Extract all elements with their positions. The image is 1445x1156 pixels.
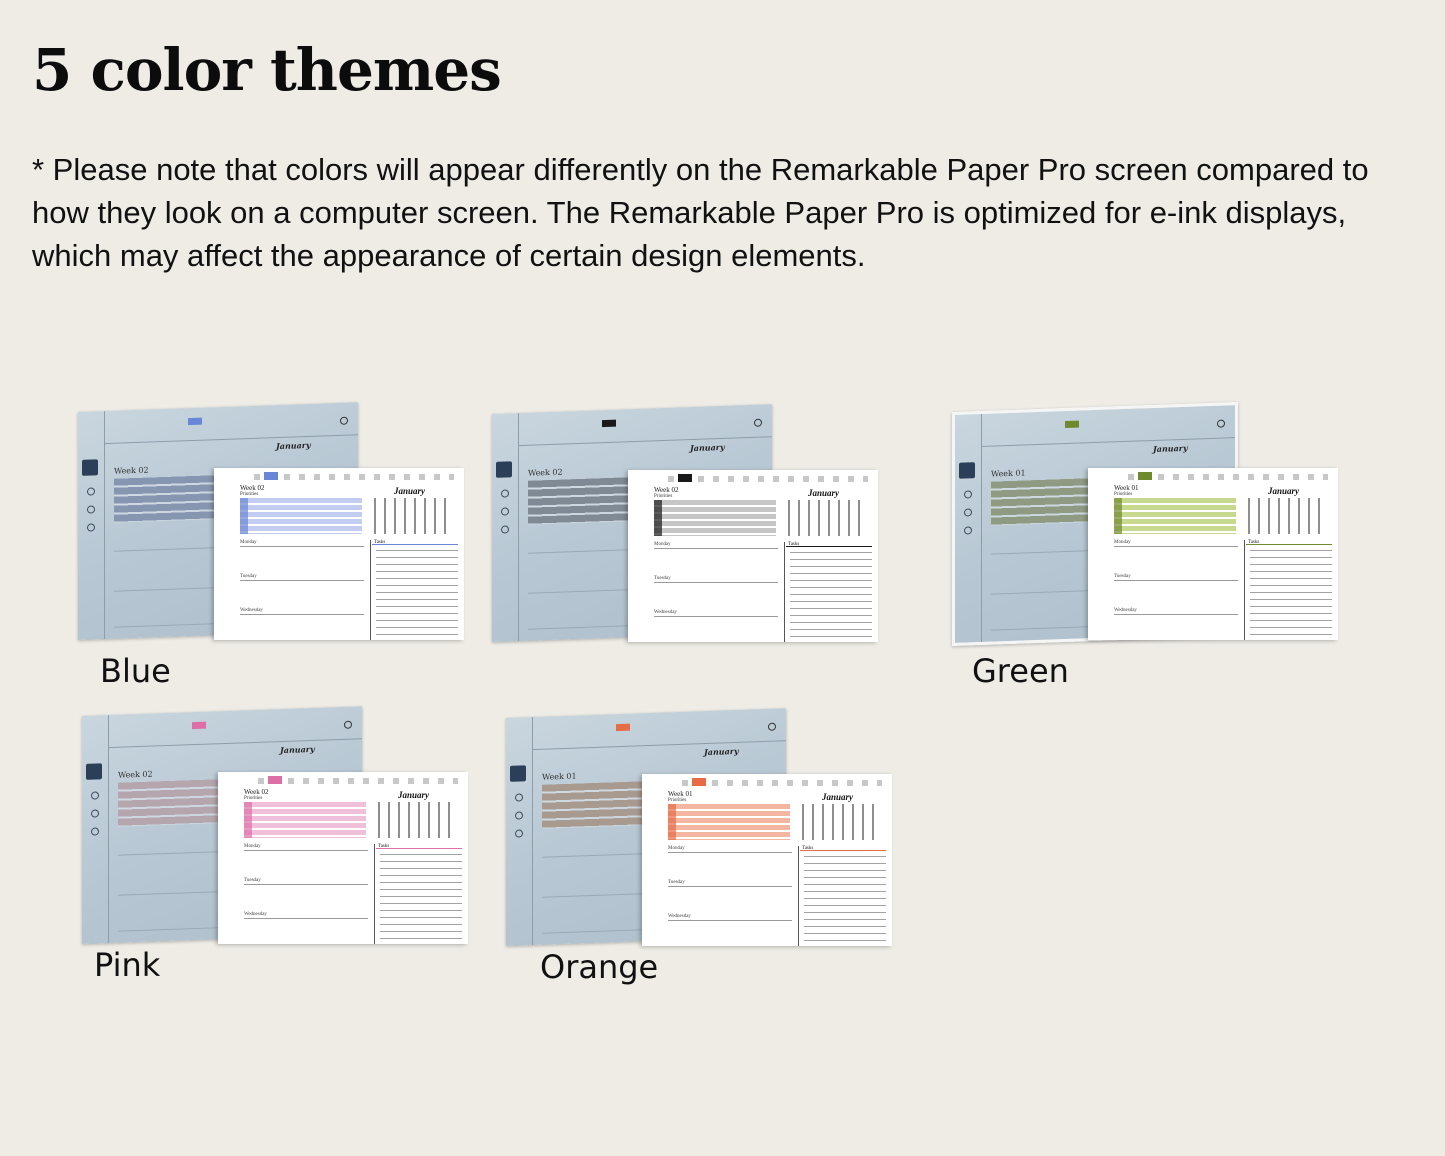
home-icon: [496, 461, 512, 478]
planner-page: Week 02 Priorities January Tasks Monday …: [628, 470, 878, 642]
planner-page: Week 01 Priorities January Tasks Monday …: [642, 774, 892, 946]
close-icon: [344, 720, 352, 729]
display-note: * Please note that colors will appear di…: [32, 152, 1369, 273]
home-icon: [86, 763, 102, 780]
planner-page: Week 02 Priorities January Tasks Monday …: [214, 468, 464, 640]
home-icon: [510, 765, 526, 782]
planner-page: Week 02 Priorities January Tasks Monday …: [218, 772, 468, 944]
close-icon: [768, 722, 776, 731]
home-icon: [82, 459, 98, 476]
close-icon: [754, 418, 762, 427]
theme-label: Pink: [94, 946, 161, 984]
theme-label: Green: [972, 652, 1069, 690]
close-icon: [1217, 419, 1225, 428]
theme-label: Orange: [540, 948, 659, 986]
theme-label: Blue: [100, 652, 171, 690]
page-headline: 5 color themes: [32, 36, 502, 104]
home-icon: [959, 462, 975, 479]
planner-page: Week 01 Priorities January Tasks Monday …: [1088, 468, 1338, 640]
close-icon: [340, 416, 348, 425]
